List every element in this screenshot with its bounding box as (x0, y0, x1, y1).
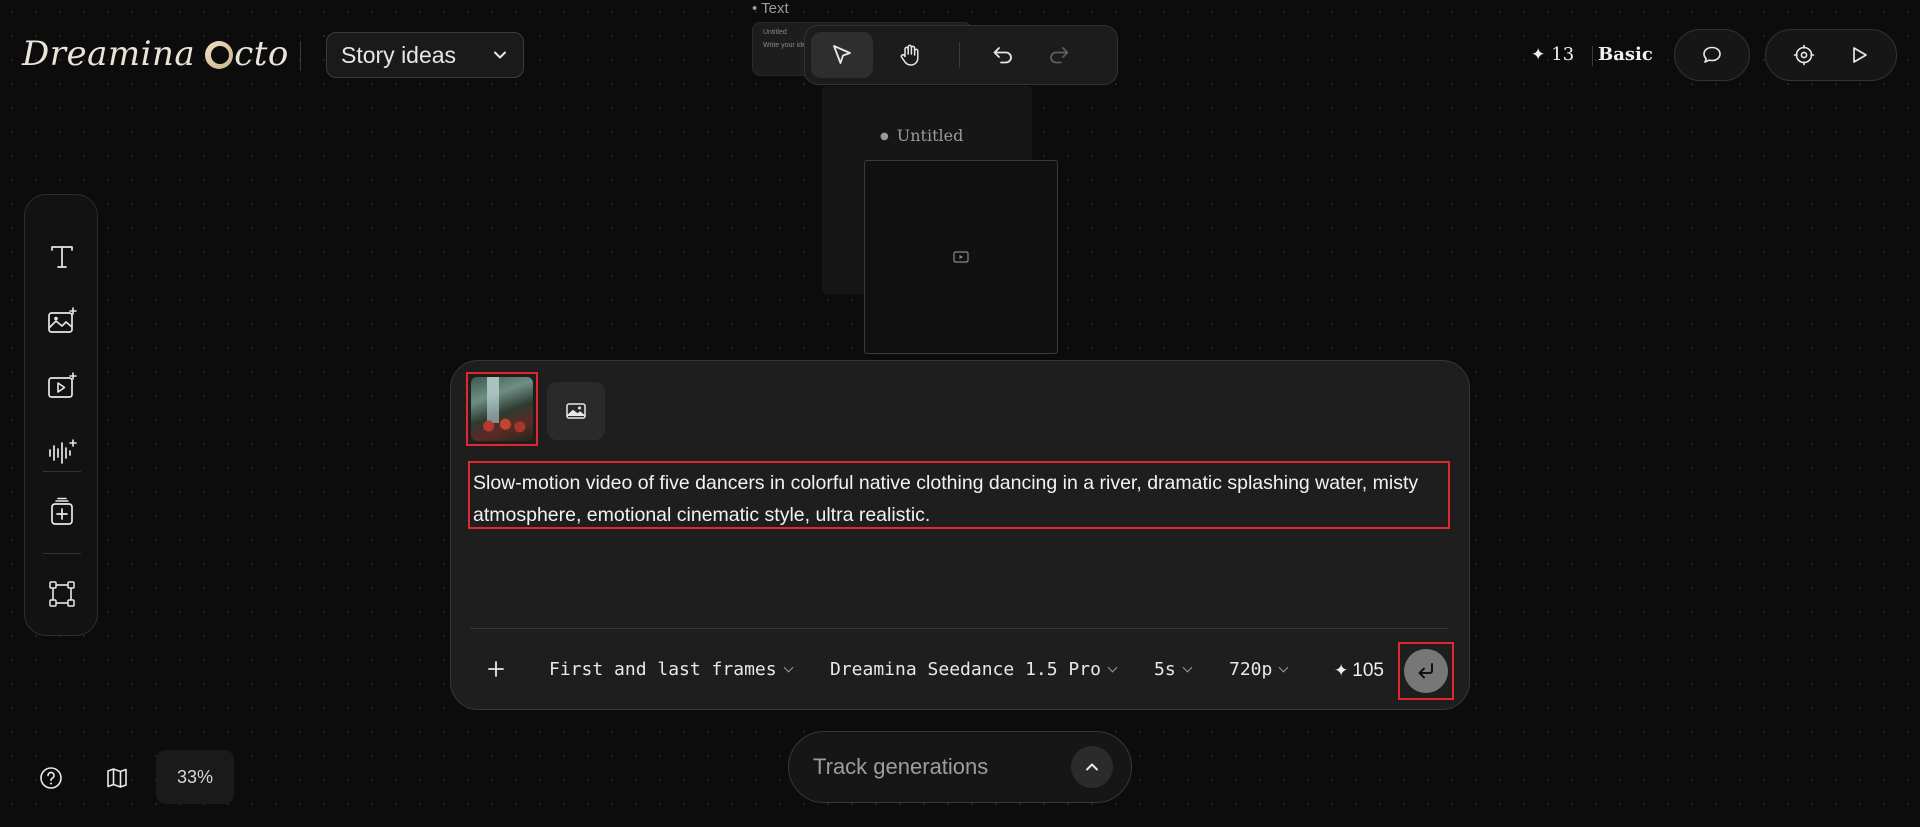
stack-plus-icon (51, 497, 73, 525)
cursor-icon (833, 45, 851, 64)
image-icon (566, 403, 586, 419)
generation-cost: ✦ 105 (1334, 660, 1384, 682)
model-dropdown[interactable]: Dreamina Seedance 1.5 Pro (830, 659, 1118, 680)
gear-icon (1793, 44, 1814, 66)
toolbar-divider (959, 42, 960, 68)
chat-button[interactable] (1674, 29, 1750, 81)
chevron-down-icon (1107, 662, 1118, 673)
project-dropdown-label: Story ideas (341, 41, 457, 68)
text-icon (51, 246, 73, 268)
help-icon (40, 767, 62, 789)
hand-tool-button[interactable] (879, 32, 941, 78)
resolution-dropdown[interactable]: 720p (1229, 659, 1289, 680)
undo-icon (993, 47, 1012, 64)
credits-value: 13 (1551, 44, 1575, 65)
plan-badge[interactable]: Basic (1598, 44, 1653, 65)
play-icon (1852, 47, 1867, 63)
preview-controls (1765, 29, 1897, 81)
rail-divider (43, 553, 81, 554)
canvas-node-title[interactable]: ● Untitled (880, 126, 963, 145)
map-icon (107, 768, 127, 788)
track-generations-label: Track generations (813, 754, 989, 779)
mode-dropdown[interactable]: First and last frames (549, 659, 794, 680)
audio-wave-icon (49, 439, 77, 464)
logo-mark-icon (205, 41, 234, 69)
rail-divider (43, 471, 81, 472)
credits-divider (1592, 46, 1593, 66)
duration-dropdown[interactable]: 5s (1154, 659, 1193, 680)
select-tool-button[interactable] (811, 32, 873, 78)
track-generations-bar[interactable]: Track generations (788, 731, 1132, 803)
add-frame-button[interactable] (37, 569, 87, 619)
canvas-video-node[interactable] (864, 160, 1058, 354)
video-plus-icon (48, 372, 77, 398)
logo-text: Dreamina (22, 34, 196, 74)
canvas-node-title-text: Untitled (896, 126, 964, 145)
generate-button[interactable] (1404, 649, 1448, 693)
prompt-input[interactable]: Slow-motion video of five dancers in col… (468, 461, 1450, 529)
plus-icon (488, 661, 504, 677)
generation-cost-value: 105 (1352, 660, 1384, 681)
image-plus-icon (48, 307, 77, 333)
chevron-down-icon (1182, 662, 1193, 673)
app-logo[interactable]: Dreamina cto (22, 34, 289, 74)
canvas-toolbar (804, 25, 1118, 85)
reference-image-thumbnail[interactable] (466, 372, 538, 446)
add-reference-image-button[interactable] (547, 382, 605, 440)
add-option-button[interactable] (478, 651, 514, 687)
add-image-button[interactable] (37, 296, 87, 346)
sparkle-icon: ✦ (1334, 661, 1349, 680)
help-button[interactable] (36, 763, 66, 793)
zoom-level[interactable]: 33% (156, 750, 234, 804)
add-audio-button[interactable] (37, 427, 87, 477)
frame-icon (49, 581, 75, 607)
chevron-down-icon (1278, 662, 1289, 673)
model-dropdown-label: Dreamina Seedance 1.5 Pro (830, 659, 1101, 680)
chevron-up-icon (1086, 763, 1098, 771)
prompt-panel-divider (470, 628, 1448, 629)
chevron-down-icon (783, 662, 794, 673)
add-asset-button[interactable] (37, 487, 87, 537)
chat-bubble-icon (1703, 46, 1721, 63)
hand-icon (900, 44, 919, 66)
settings-button[interactable] (1792, 43, 1816, 67)
sparkle-icon: ✦ (1531, 44, 1546, 65)
canvas-text-node-label: • Text (752, 0, 789, 17)
logo-divider (300, 41, 301, 71)
redo-icon (1050, 47, 1069, 64)
reference-image (471, 377, 533, 441)
resolution-dropdown-label: 720p (1229, 659, 1273, 680)
undo-button[interactable] (978, 32, 1028, 78)
enter-arrow-icon (1418, 663, 1433, 679)
add-text-button[interactable] (37, 231, 87, 281)
chevron-down-icon (494, 51, 506, 59)
play-button[interactable] (1847, 43, 1871, 67)
project-dropdown[interactable]: Story ideas (326, 32, 524, 78)
mode-dropdown-label: First and last frames (549, 659, 777, 680)
map-button[interactable] (102, 763, 132, 793)
video-placeholder-icon (953, 251, 969, 263)
expand-button[interactable] (1071, 746, 1113, 788)
generate-button-frame (1398, 642, 1454, 700)
add-video-button[interactable] (37, 361, 87, 411)
duration-dropdown-label: 5s (1154, 659, 1176, 680)
credits-counter[interactable]: ✦ 13 (1531, 44, 1574, 65)
redo-button[interactable] (1034, 32, 1084, 78)
logo-suffix: cto (234, 34, 289, 74)
left-tool-rail (24, 194, 98, 636)
